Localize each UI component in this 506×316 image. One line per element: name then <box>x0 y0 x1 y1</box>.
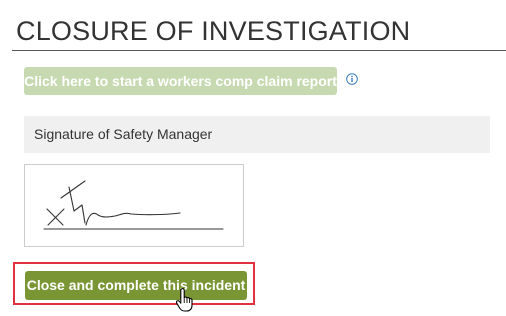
info-circle-icon[interactable] <box>346 73 358 85</box>
start-workers-comp-claim-button[interactable]: Click here to start a workers comp claim… <box>24 67 337 95</box>
signature-drawing <box>43 180 224 230</box>
hand-pointer-icon <box>175 288 193 312</box>
signature-pad[interactable] <box>24 164 244 247</box>
signature-label-bar: Signature of Safety Manager <box>24 116 490 153</box>
section-title: CLOSURE OF INVESTIGATION <box>16 16 411 46</box>
signature-label: Signature of Safety Manager <box>34 126 213 142</box>
title-divider <box>12 50 506 51</box>
close-and-complete-incident-button[interactable]: Close and complete this incident <box>25 271 247 300</box>
